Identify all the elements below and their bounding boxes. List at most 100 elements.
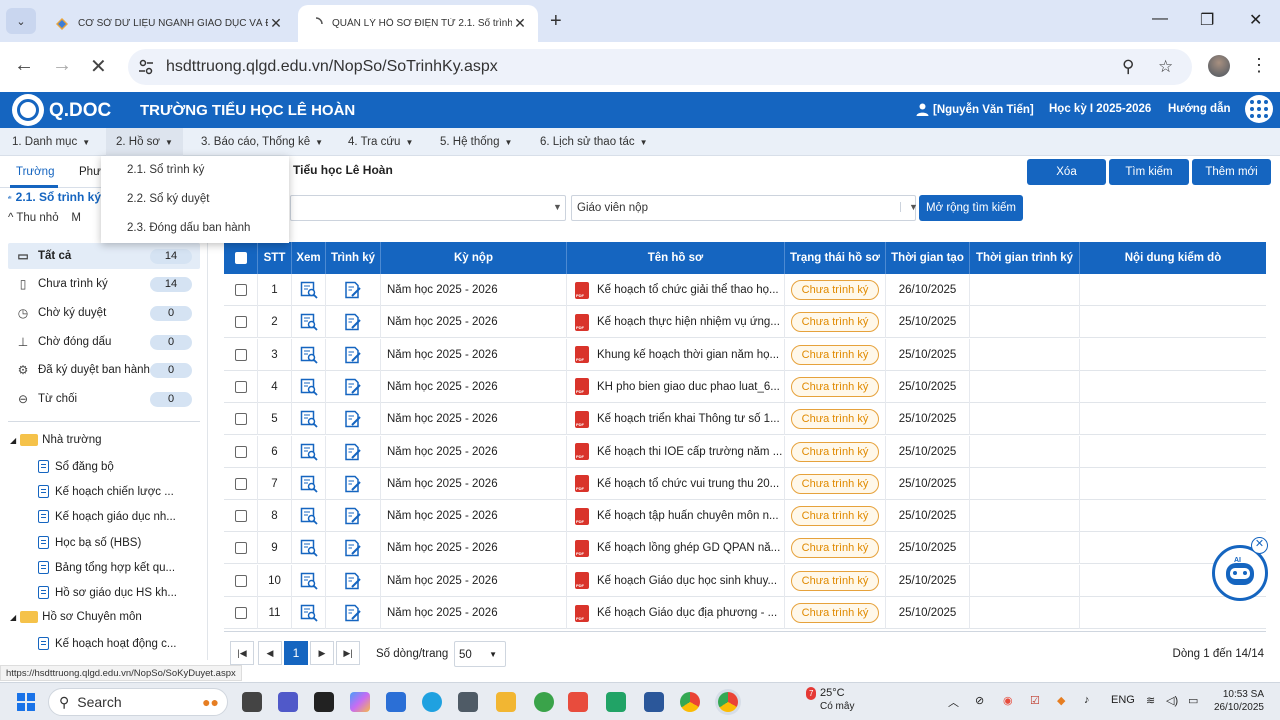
table-row[interactable]: 8 Năm học 2025 - 2026Kế hoạch tập huấn ch…	[224, 500, 1266, 533]
page-size-select[interactable]: 50 ▼	[454, 641, 506, 667]
sign-icon[interactable]	[344, 443, 362, 461]
table-row[interactable]: 5 Năm học 2025 - 2026Kế hoạch triển khai …	[224, 403, 1266, 436]
doc-item[interactable]: Sổ đăng bộ	[38, 460, 114, 473]
file-name-cell[interactable]: Khung kế hoạch thời gian năm họ...	[567, 338, 785, 371]
view-icon[interactable]	[300, 507, 318, 525]
zoom-icon[interactable]: ⚲	[1122, 57, 1134, 77]
row-checkbox[interactable]	[234, 413, 247, 426]
view-icon[interactable]	[300, 572, 318, 590]
sign-icon[interactable]	[344, 572, 362, 590]
row-select-cell[interactable]	[224, 403, 258, 436]
sign-icon[interactable]	[344, 539, 362, 557]
browser-tab-qdoc[interactable]: QUẢN LÝ HỒ SƠ ĐIỆN TỬ 2.1. Sổ trình ký ✕	[298, 5, 538, 42]
file-name-cell[interactable]: Kế hoạch tổ chức giải thể thao họ...	[567, 274, 785, 306]
view-icon[interactable]	[300, 313, 318, 331]
user-info[interactable]: [Nguyễn Văn Tiến]	[916, 103, 1034, 116]
close-window-icon[interactable]: ✕	[1249, 10, 1262, 30]
status-all[interactable]: ▭ Tất cả 14	[8, 243, 200, 269]
copilot-icon[interactable]	[350, 692, 370, 712]
menu-ho-so[interactable]: 2. Hồ sơ ▼	[106, 128, 183, 156]
page-current[interactable]: 1	[284, 641, 308, 665]
taskbar-search[interactable]: ⚲ Search ●●	[48, 688, 228, 716]
stop-icon[interactable]: ✕	[90, 54, 107, 79]
restore-icon[interactable]: ❐	[1200, 10, 1214, 30]
search-button[interactable]: Tìm kiếm	[1109, 159, 1189, 185]
sign-icon[interactable]	[344, 346, 362, 364]
row-checkbox[interactable]	[234, 380, 247, 393]
table-row[interactable]: 7 Năm học 2025 - 2026Kế hoạch tổ chức vui…	[224, 467, 1266, 500]
status-da-ky-duyet[interactable]: ⚙ Đã ký duyệt ban hành 0	[8, 357, 200, 383]
browser-tab-csdl[interactable]: CƠ SỞ DỮ LIỆU NGÀNH GIÁO DỤC VÀ ĐÀ ✕	[44, 5, 294, 42]
row-checkbox[interactable]	[234, 542, 247, 555]
folder-ho-so-chuyen-mon[interactable]: ◢ Hồ sơ Chuyên môn	[10, 611, 142, 623]
view-icon[interactable]	[300, 410, 318, 428]
camera-icon[interactable]	[458, 692, 478, 712]
teams-icon[interactable]	[278, 692, 298, 712]
status-chua-trinh-ky[interactable]: ▯ Chưa trình ký 14	[8, 271, 200, 297]
back-icon[interactable]: ←	[14, 54, 34, 77]
file-name-cell[interactable]: KH pho bien giao duc phao luat_6...	[567, 370, 785, 403]
apps-grid-icon[interactable]	[1245, 95, 1273, 123]
dropdown-item-so-trinh-ky[interactable]: 2.1. Sổ trình ký	[101, 156, 289, 185]
file-name-cell[interactable]: Kế hoạch Giáo dục địa phương - ...	[567, 597, 785, 629]
omnibox[interactable]: hsdttruong.qlgd.edu.vn/NopSo/SoTrinhKy.a…	[128, 49, 1192, 85]
view-icon[interactable]	[300, 539, 318, 558]
tray-icon[interactable]: ◆	[1057, 694, 1065, 707]
menu-lich-su[interactable]: 6. Lịch sử thao tác ▼	[530, 128, 658, 156]
table-row[interactable]: 2 Năm học 2025 - 2026Kế hoạch thực hiện n…	[224, 306, 1266, 339]
chrome-icon[interactable]	[680, 692, 700, 712]
close-tab-icon[interactable]: ✕	[512, 15, 528, 32]
battery-icon[interactable]: ▭	[1188, 694, 1198, 707]
table-row[interactable]: 3 Năm học 2025 - 2026Khung kế hoạch thời …	[224, 338, 1266, 371]
file-name-cell[interactable]: Kế hoạch lồng ghép GD QPAN nă...	[567, 532, 785, 565]
row-checkbox[interactable]	[234, 445, 247, 458]
ai-close-icon[interactable]: ✕	[1251, 537, 1268, 554]
weather-widget[interactable]: 7 25°C Có mây	[806, 687, 854, 713]
tab-truong[interactable]: Trường	[16, 166, 54, 178]
row-checkbox[interactable]	[234, 510, 247, 523]
view-icon[interactable]	[300, 281, 318, 299]
browser-menu-icon[interactable]: ⋮	[1250, 55, 1268, 76]
windows-start-icon[interactable]	[16, 692, 36, 712]
doc-item[interactable]: Hồ sơ giáo dục HS kh...	[38, 586, 177, 599]
submitter-select[interactable]: Giáo viên nộp ▼	[571, 195, 918, 221]
file-name-cell[interactable]: Kế hoạch tập huấn chuyên môn n...	[567, 500, 785, 533]
sign-icon[interactable]	[344, 604, 362, 622]
row-select-cell[interactable]	[224, 435, 258, 468]
semester-selector[interactable]: Học kỳ I 2025-2026	[1049, 103, 1151, 115]
clock[interactable]: 10:53 SA 26/10/2025	[1212, 688, 1264, 714]
first-page-icon[interactable]: |◀	[230, 641, 254, 665]
expand-search-button[interactable]: Mở rộng tìm kiếm	[919, 195, 1023, 221]
sign-icon[interactable]	[344, 475, 362, 493]
menu-bao-cao[interactable]: 3. Báo cáo, Thống kê ▼	[191, 128, 333, 156]
menu-danh-muc[interactable]: 1. Danh mục ▼	[2, 128, 100, 156]
task-view-icon[interactable]	[242, 692, 262, 712]
row-select-cell[interactable]	[224, 467, 258, 500]
row-checkbox[interactable]	[234, 607, 247, 619]
minimize-icon[interactable]: —	[1152, 10, 1168, 28]
store-icon[interactable]	[386, 692, 406, 712]
menu-tra-cuu[interactable]: 4. Tra cứu ▼	[338, 128, 423, 156]
tray-icon[interactable]: ◉	[1003, 694, 1013, 707]
app-icon[interactable]	[534, 692, 554, 712]
row-checkbox[interactable]	[234, 316, 247, 329]
tab-search-chevron-icon[interactable]: ⌄	[6, 8, 36, 34]
select-all-checkbox[interactable]	[234, 252, 247, 264]
status-cho-dong-dau[interactable]: ⊥ Chờ đóng dấu 0	[8, 329, 200, 355]
capcut-icon[interactable]	[314, 692, 334, 712]
row-select-cell[interactable]	[224, 597, 258, 629]
language-indicator[interactable]: ENG	[1111, 694, 1135, 706]
sign-icon[interactable]	[344, 410, 362, 428]
row-select-cell[interactable]	[224, 500, 258, 533]
url-text[interactable]: hsdttruong.qlgd.edu.vn/NopSo/SoTrinhKy.a…	[166, 58, 498, 76]
row-select-cell[interactable]	[224, 338, 258, 371]
collapse-toggle[interactable]: ^ Thu nhỏ M	[8, 212, 101, 224]
tab-phuong[interactable]: Phư	[79, 166, 101, 178]
site-settings-icon[interactable]	[138, 59, 154, 75]
row-checkbox[interactable]	[234, 574, 247, 587]
dropdown-item-dong-dau[interactable]: 2.3. Đóng dấu ban hành	[101, 214, 289, 243]
new-tab-icon[interactable]: +	[550, 10, 562, 33]
status-cho-ky-duyet[interactable]: ◷ Chờ ký duyệt 0	[8, 300, 200, 326]
help-link[interactable]: Hướng dẫn	[1168, 103, 1231, 115]
add-new-button[interactable]: Thêm mới	[1192, 159, 1271, 185]
